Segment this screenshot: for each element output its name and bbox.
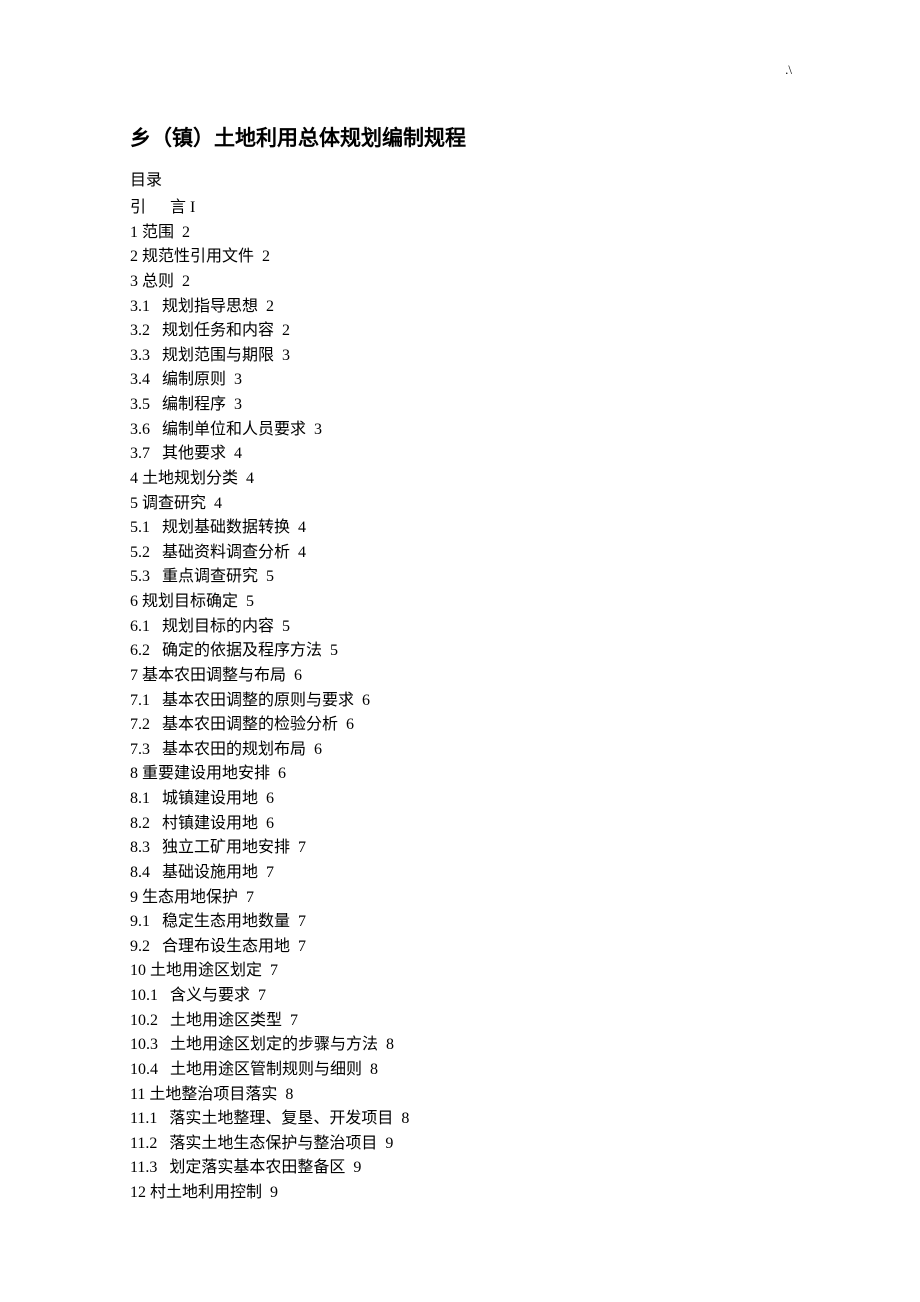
toc-entry: 7 基本农田调整与布局 6 [130, 664, 790, 689]
toc-entry: 11 土地整治项目落实 8 [130, 1083, 790, 1108]
toc-entry: 3.2 规划任务和内容 2 [130, 319, 790, 344]
toc-entry: 11.2 落实土地生态保护与整治项目 9 [130, 1132, 790, 1157]
toc-entry: 3 总则 2 [130, 270, 790, 295]
toc-entry: 7.2 基本农田调整的检验分析 6 [130, 713, 790, 738]
toc-entry: 9.1 稳定生态用地数量 7 [130, 910, 790, 935]
toc-entry: 5.1 规划基础数据转换 4 [130, 516, 790, 541]
toc-entry: 4 土地规划分类 4 [130, 467, 790, 492]
toc-entry: 引 言 I [130, 196, 790, 221]
toc-entry: 11.1 落实土地整理、复垦、开发项目 8 [130, 1107, 790, 1132]
toc-entry: 6.1 规划目标的内容 5 [130, 615, 790, 640]
toc-entry: 10.1 含义与要求 7 [130, 984, 790, 1009]
toc-entry: 9.2 合理布设生态用地 7 [130, 935, 790, 960]
document-title: 乡（镇）土地利用总体规划编制规程 [130, 122, 790, 152]
toc-entry: 5.3 重点调查研究 5 [130, 565, 790, 590]
toc-entry: 12 村土地利用控制 9 [130, 1181, 790, 1206]
toc-entry: 10 土地用途区划定 7 [130, 959, 790, 984]
toc-entry: 5 调查研究 4 [130, 492, 790, 517]
toc-entry: 8.1 城镇建设用地 6 [130, 787, 790, 812]
toc-entry: 3.3 规划范围与期限 3 [130, 344, 790, 369]
toc-entry: 3.5 编制程序 3 [130, 393, 790, 418]
toc-entry: 6 规划目标确定 5 [130, 590, 790, 615]
document-content: 乡（镇）土地利用总体规划编制规程 目录 引 言 I1 范围 22 规范性引用文件… [0, 0, 920, 1266]
toc-entry: 8.2 村镇建设用地 6 [130, 812, 790, 837]
toc-entry: 3.4 编制原则 3 [130, 368, 790, 393]
toc-header: 目录 [130, 166, 790, 190]
toc-entry: 6.2 确定的依据及程序方法 5 [130, 639, 790, 664]
toc-entry: 8 重要建设用地安排 6 [130, 762, 790, 787]
toc-entry: 2 规范性引用文件 2 [130, 245, 790, 270]
toc-entry: 10.4 土地用途区管制规则与细则 8 [130, 1058, 790, 1083]
toc-entry: 8.3 独立工矿用地安排 7 [130, 836, 790, 861]
toc-entry: 3.1 规划指导思想 2 [130, 295, 790, 320]
toc-entry: 7.1 基本农田调整的原则与要求 6 [130, 689, 790, 714]
toc-entry: 3.7 其他要求 4 [130, 442, 790, 467]
table-of-contents: 引 言 I1 范围 22 规范性引用文件 23 总则 23.1 规划指导思想 2… [130, 196, 790, 1206]
toc-entry: 11.3 划定落实基本农田整备区 9 [130, 1156, 790, 1181]
toc-entry: 5.2 基础资料调查分析 4 [130, 541, 790, 566]
toc-entry: 1 范围 2 [130, 221, 790, 246]
toc-entry: 10.3 土地用途区划定的步骤与方法 8 [130, 1033, 790, 1058]
toc-entry: 8.4 基础设施用地 7 [130, 861, 790, 886]
toc-entry: 3.6 编制单位和人员要求 3 [130, 418, 790, 443]
page-mark: .\ [785, 62, 792, 78]
toc-entry: 10.2 土地用途区类型 7 [130, 1009, 790, 1034]
toc-entry: 7.3 基本农田的规划布局 6 [130, 738, 790, 763]
toc-entry: 9 生态用地保护 7 [130, 886, 790, 911]
